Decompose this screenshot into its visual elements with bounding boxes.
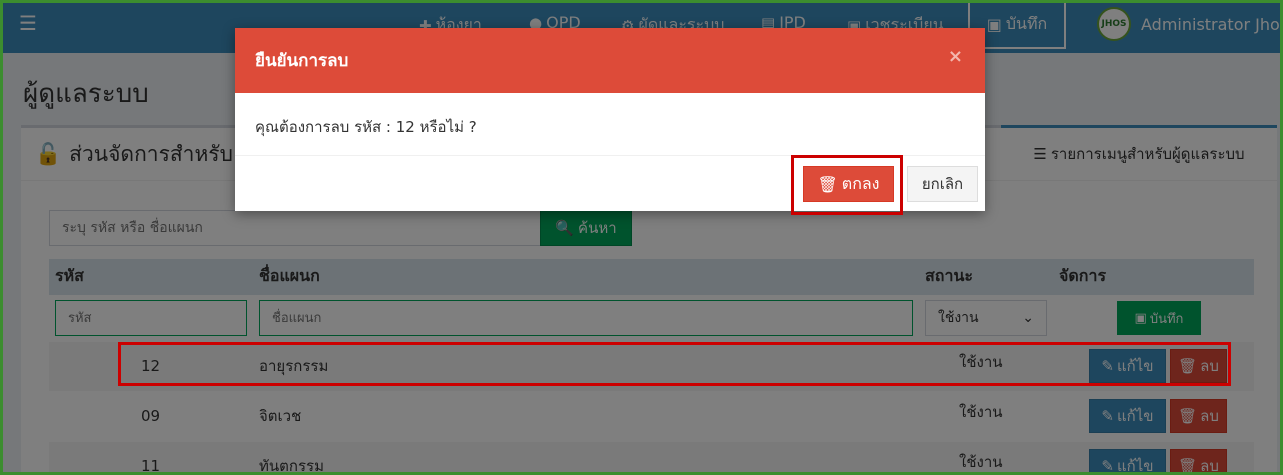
ok-label: ตกลง (841, 173, 880, 193)
confirm-ok-button[interactable]: 🗑 ตกลง (803, 166, 894, 202)
cancel-label: ยกเลิก (921, 175, 964, 193)
modal-footer: 🗑 ตกลง ยกเลิก (235, 155, 985, 215)
close-icon[interactable]: × (948, 46, 963, 67)
app-window: ☰ ✚ ห้องยา ● OPD ⚙ ผัดและระบบ ▤ IPD ▣ เว… (3, 3, 1280, 472)
modal-header: ยืนยันการลบ × (235, 28, 985, 93)
modal-message: คุณต้องการลบ รหัส : 12 หรือไม่ ? (255, 118, 477, 136)
modal-body: คุณต้องการลบ รหัส : 12 หรือไม่ ? (235, 93, 985, 156)
modal-title: ยืนยันการลบ (255, 51, 349, 71)
cancel-button[interactable]: ยกเลิก (907, 166, 978, 202)
confirm-delete-modal: ยืนยันการลบ × คุณต้องการลบ รหัส : 12 หรื… (235, 28, 985, 215)
trash-icon: 🗑 (817, 174, 838, 194)
